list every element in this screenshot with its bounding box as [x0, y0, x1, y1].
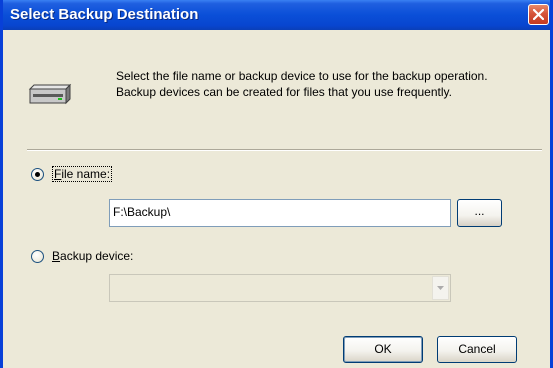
file-name-label-text: ile name: [61, 167, 111, 181]
separator [27, 149, 542, 151]
tape-drive-icon [28, 83, 72, 108]
backup-device-label[interactable]: Backup device: [52, 249, 133, 263]
file-name-radio[interactable] [31, 168, 44, 181]
backup-device-select[interactable] [109, 274, 451, 302]
cancel-button[interactable]: Cancel [437, 336, 517, 363]
dialog-window: Select Backup Destination Select the fil… [0, 0, 553, 368]
ok-button[interactable]: OK [343, 336, 423, 363]
backup-device-mnemonic: B [52, 249, 61, 263]
close-icon [533, 9, 544, 20]
window-title: Select Backup Destination [10, 6, 199, 23]
file-name-label[interactable]: File name: [52, 166, 113, 182]
title-bar[interactable]: Select Backup Destination [3, 0, 550, 30]
file-name-input[interactable]: F:\Backup\ [109, 199, 451, 227]
close-button[interactable] [528, 4, 549, 25]
chevron-down-icon [437, 286, 444, 290]
browse-button[interactable]: ... [457, 199, 502, 227]
backup-device-radio[interactable] [31, 250, 44, 263]
intro-text: Select the file name or backup device to… [116, 69, 488, 99]
backup-device-label-text: ackup device: [60, 249, 134, 263]
backup-device-dropdown-button[interactable] [432, 276, 449, 300]
